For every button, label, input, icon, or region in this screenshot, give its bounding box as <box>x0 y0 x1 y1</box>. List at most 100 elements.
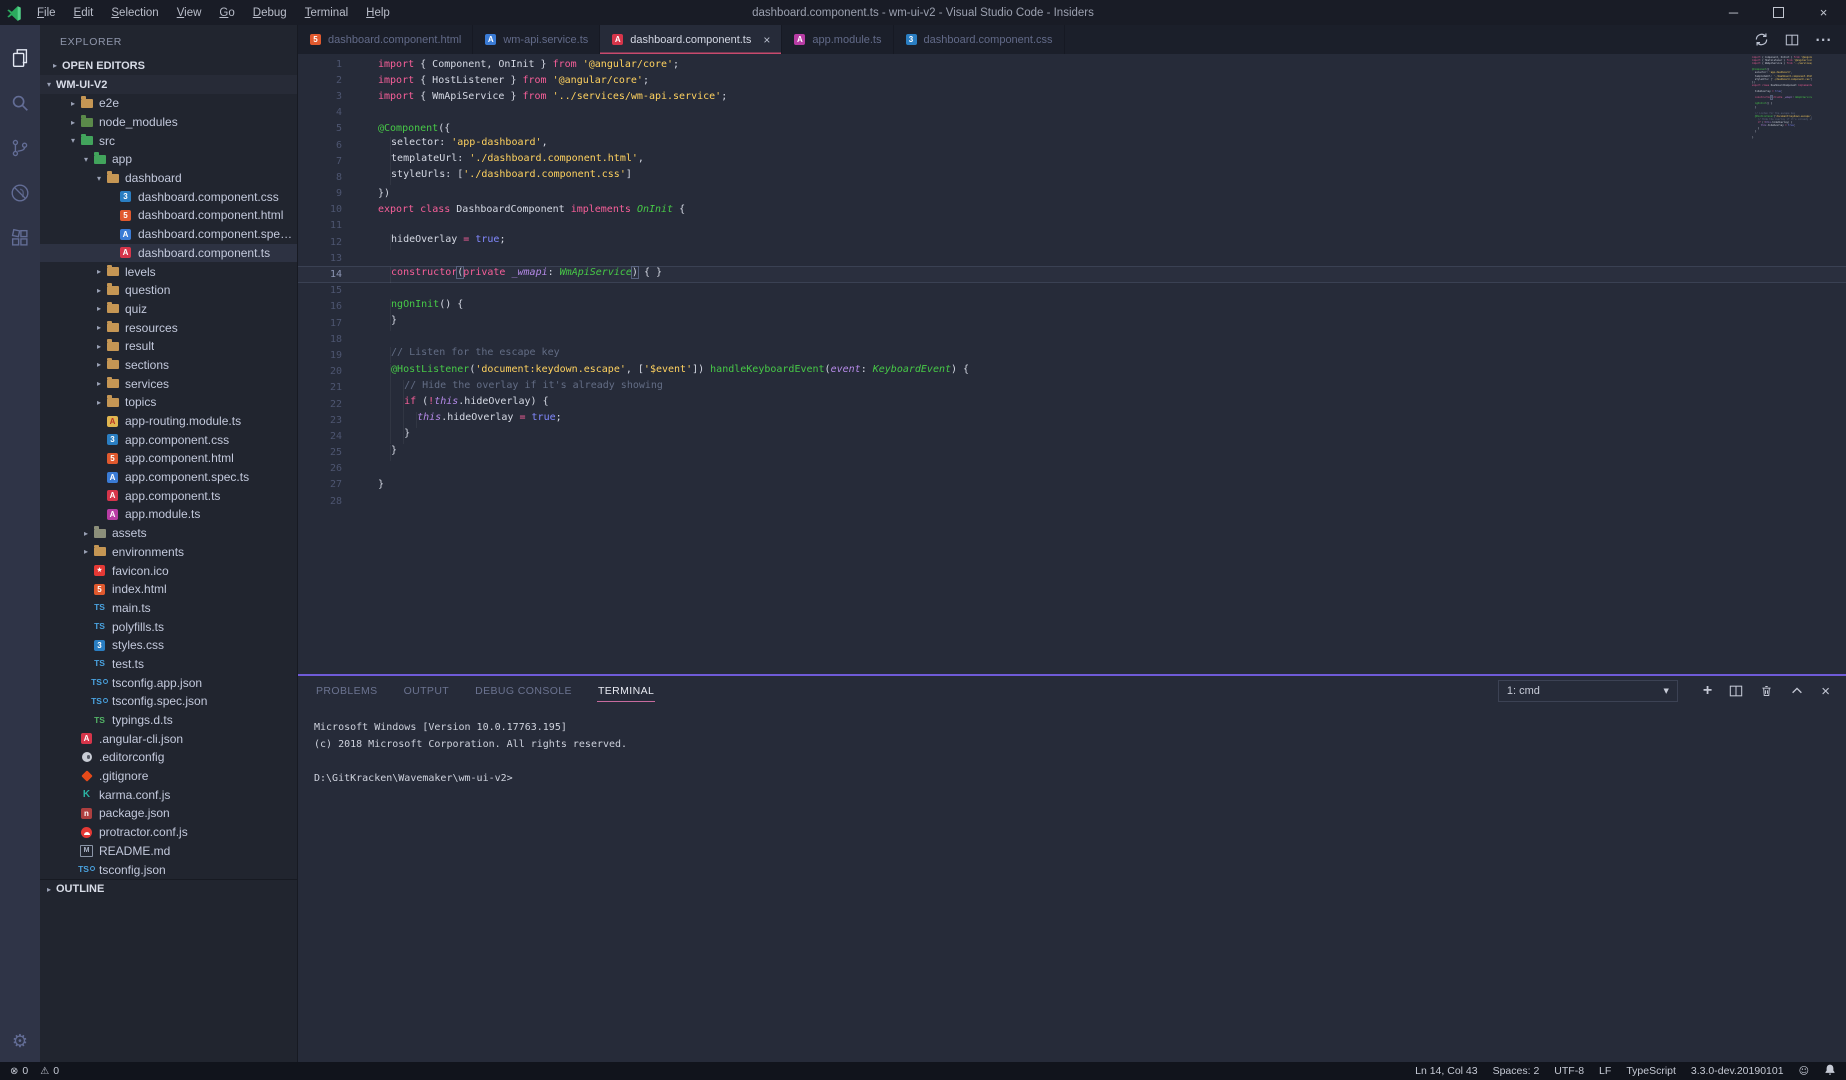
outline-section-header[interactable]: ▸ OUTLINE <box>40 879 297 899</box>
chevron-right-icon[interactable]: ▸ <box>92 323 106 332</box>
code-line[interactable]: 13 <box>298 250 1846 266</box>
menu-debug[interactable]: Debug <box>244 7 296 19</box>
code-line[interactable]: 22if (!this.hideOverlay) { <box>298 396 1846 412</box>
code-line[interactable]: 14constructor(private _wmapi: WmApiServi… <box>298 266 1846 282</box>
tree-item[interactable]: TStsconfig.json <box>40 860 297 879</box>
tree-item[interactable]: A.angular-cli.json <box>40 729 297 748</box>
code-line[interactable]: 25} <box>298 445 1846 461</box>
panel-tab-output[interactable]: OUTPUT <box>403 681 451 702</box>
code-line[interactable]: 20@HostListener('document:keydown.escape… <box>298 364 1846 380</box>
chevron-right-icon[interactable]: ▸ <box>92 286 106 295</box>
tree-item[interactable]: TStypings.d.ts <box>40 711 297 730</box>
tree-item[interactable]: Aapp.component.ts <box>40 486 297 505</box>
code-line[interactable]: 28 <box>298 493 1846 509</box>
close-button[interactable]: × <box>1801 0 1846 25</box>
tree-item[interactable]: TStest.ts <box>40 655 297 674</box>
minimize-button[interactable]: ─ <box>1711 0 1756 25</box>
code-line[interactable]: 3import { WmApiService } from '../servic… <box>298 88 1846 104</box>
status-indentation[interactable]: Spaces: 2 <box>1493 1065 1540 1077</box>
tree-item[interactable]: ▸node_modules <box>40 113 297 132</box>
kill-terminal-icon[interactable] <box>1760 684 1773 698</box>
code-line[interactable]: 8styleUrls: ['./dashboard.component.css'… <box>298 169 1846 185</box>
status-eol[interactable]: LF <box>1599 1065 1611 1077</box>
tree-item[interactable]: ▾src <box>40 131 297 150</box>
code-line[interactable]: 5@Component({ <box>298 121 1846 137</box>
code-line[interactable]: 15 <box>298 283 1846 299</box>
tree-item[interactable]: 5app.component.html <box>40 449 297 468</box>
tree-item[interactable]: TSmain.ts <box>40 599 297 618</box>
code-line[interactable]: 6selector: 'app-dashboard', <box>298 137 1846 153</box>
code-line[interactable]: 11 <box>298 218 1846 234</box>
code-line[interactable]: 2import { HostListener } from '@angular/… <box>298 72 1846 88</box>
close-panel-icon[interactable]: × <box>1821 683 1830 700</box>
tree-item[interactable]: ▸sections <box>40 356 297 375</box>
activity-bar-explorer[interactable] <box>0 35 40 80</box>
new-terminal-icon[interactable]: + <box>1703 682 1712 700</box>
status-language-mode[interactable]: TypeScript <box>1626 1065 1676 1077</box>
code-line[interactable]: 27} <box>298 477 1846 493</box>
code-line[interactable]: 10export class DashboardComponent implem… <box>298 202 1846 218</box>
status-cursor-position[interactable]: Ln 14, Col 43 <box>1415 1065 1477 1077</box>
chevron-down-icon[interactable]: ▾ <box>66 136 80 145</box>
code-line[interactable]: 23this.hideOverlay = true; <box>298 412 1846 428</box>
tree-item[interactable]: 3dashboard.component.css <box>40 187 297 206</box>
menu-view[interactable]: View <box>168 7 211 19</box>
split-editor-icon[interactable] <box>1785 33 1799 47</box>
code-line[interactable]: 19// Listen for the escape key <box>298 347 1846 363</box>
close-icon[interactable]: × <box>763 33 770 47</box>
chevron-right-icon[interactable]: ▸ <box>92 267 106 276</box>
tree-item[interactable]: 3styles.css <box>40 636 297 655</box>
chevron-down-icon[interactable]: ▾ <box>92 174 106 183</box>
tree-item[interactable]: TStsconfig.app.json <box>40 673 297 692</box>
editor-tab[interactable]: Awm-api.service.ts <box>473 25 600 54</box>
tree-item[interactable]: .editorconfig <box>40 748 297 767</box>
tree-item[interactable]: ▸e2e <box>40 94 297 113</box>
chevron-down-icon[interactable]: ▾ <box>79 155 93 164</box>
tree-item[interactable]: ▸topics <box>40 393 297 412</box>
status-encoding[interactable]: UTF-8 <box>1554 1065 1584 1077</box>
tree-item[interactable]: ▸assets <box>40 524 297 543</box>
sync-icon[interactable] <box>1754 32 1769 47</box>
tree-item[interactable]: ▸resources <box>40 318 297 337</box>
tree-item[interactable]: ▸result <box>40 337 297 356</box>
code-line[interactable]: 24} <box>298 428 1846 444</box>
status-feedback[interactable]: ☺ <box>1799 1066 1809 1077</box>
tree-item[interactable]: Aapp-routing.module.ts <box>40 412 297 431</box>
tree-item[interactable]: 5dashboard.component.html <box>40 206 297 225</box>
tree-item[interactable]: protractor.conf.js <box>40 823 297 842</box>
code-line[interactable]: 7templateUrl: './dashboard.component.htm… <box>298 153 1846 169</box>
status-notifications[interactable] <box>1824 1063 1836 1079</box>
code-line[interactable]: 9}) <box>298 186 1846 202</box>
open-editors-section-header[interactable]: ▸ OPEN EDITORS <box>40 56 297 75</box>
code-line[interactable]: 1import { Component, OnInit } from '@ang… <box>298 56 1846 72</box>
editor-tab[interactable]: 3dashboard.component.css <box>894 25 1065 54</box>
tree-item[interactable]: ▸services <box>40 374 297 393</box>
menu-file[interactable]: File <box>28 7 65 19</box>
activity-bar-search[interactable] <box>0 80 40 125</box>
tree-item[interactable]: ▸quiz <box>40 300 297 319</box>
code-line[interactable]: 26 <box>298 461 1846 477</box>
tree-item[interactable]: ▸environments <box>40 543 297 562</box>
activity-bar-extensions[interactable] <box>0 215 40 260</box>
code-line[interactable]: 21// Hide the overlay if it's already sh… <box>298 380 1846 396</box>
tree-item[interactable]: TStsconfig.spec.json <box>40 692 297 711</box>
tree-item[interactable]: 5index.html <box>40 580 297 599</box>
status-version[interactable]: 3.3.0-dev.20190101 <box>1691 1065 1784 1077</box>
tree-item[interactable]: TSpolyfills.ts <box>40 617 297 636</box>
editor-tab[interactable]: Adashboard.component.ts× <box>600 25 782 54</box>
code-line[interactable]: 16ngOnInit() { <box>298 299 1846 315</box>
panel-tab-problems[interactable]: PROBLEMS <box>315 681 379 702</box>
menu-go[interactable]: Go <box>210 7 243 19</box>
tree-item[interactable]: Aapp.component.spec.ts <box>40 468 297 487</box>
maximize-panel-icon[interactable] <box>1790 684 1804 698</box>
settings-gear-icon[interactable]: ⚙ <box>12 1031 28 1052</box>
tree-item[interactable]: 3app.component.css <box>40 430 297 449</box>
chevron-right-icon[interactable]: ▸ <box>92 360 106 369</box>
tree-item[interactable]: npackage.json <box>40 804 297 823</box>
chevron-right-icon[interactable]: ▸ <box>92 304 106 313</box>
panel-tab-debug-console[interactable]: DEBUG CONSOLE <box>474 681 573 702</box>
terminal-selector[interactable]: 1: cmd ▼ <box>1498 680 1678 702</box>
editor-tab[interactable]: Aapp.module.ts <box>782 25 893 54</box>
tree-item[interactable]: ▸question <box>40 281 297 300</box>
menu-help[interactable]: Help <box>357 7 399 19</box>
